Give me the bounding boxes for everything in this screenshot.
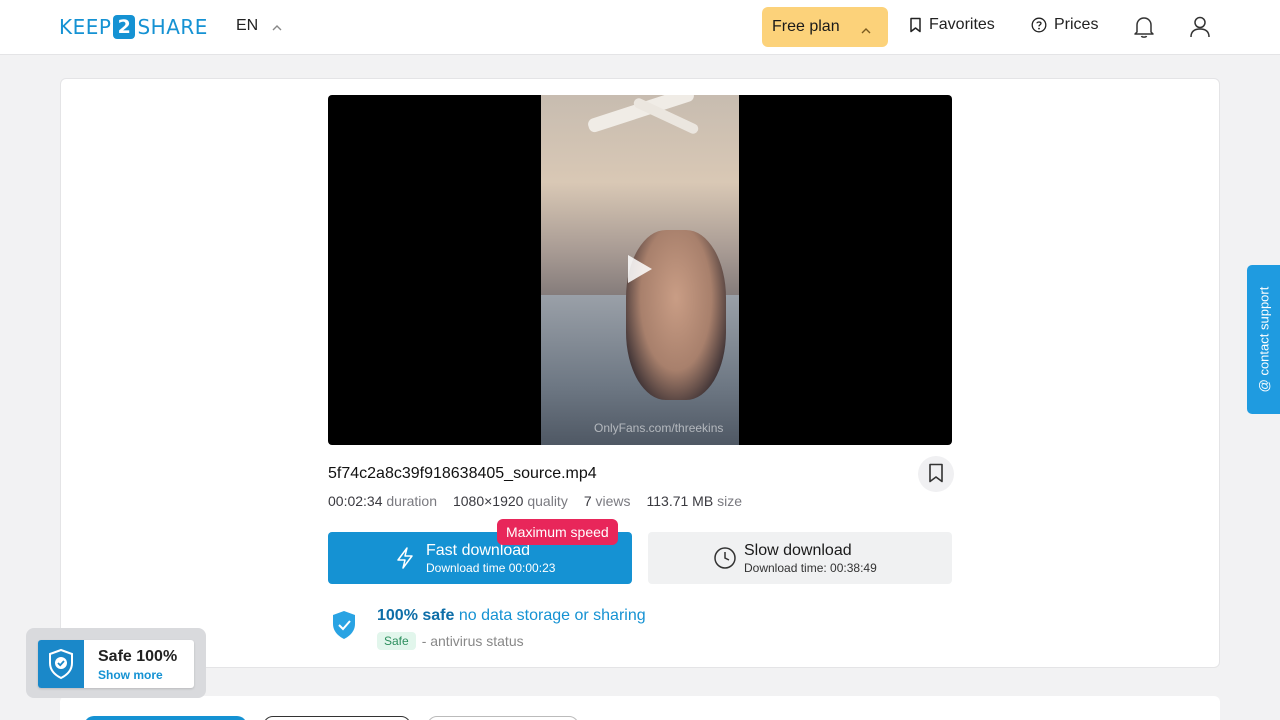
safe-widget-title: Safe 100% (98, 648, 178, 665)
free-plan-button[interactable]: Free plan (762, 7, 888, 47)
video-player[interactable]: OnlyFans.com/threekins (328, 95, 952, 445)
size-label: size (717, 493, 742, 509)
contact-support-tab[interactable]: @ contact support (1247, 265, 1280, 414)
duration-value: 00:02:34 (328, 493, 383, 509)
user-icon[interactable] (1189, 15, 1211, 44)
safe-pill: Safe (377, 632, 416, 650)
favorites-label: Favorites (929, 16, 995, 33)
safety-statement: 100% safe no data storage or sharing (377, 607, 646, 625)
favorites-link[interactable]: Favorites (909, 16, 995, 34)
file-meta: 00:02:34 duration 1080×1920 quality 7 vi… (328, 493, 758, 509)
logo-number: 2 (113, 15, 136, 39)
bottom-tab-1[interactable] (84, 716, 247, 720)
logo-text-left: KEEP (59, 15, 112, 39)
chevron-up-icon (861, 21, 871, 39)
slow-download-title: Slow download (744, 542, 852, 559)
contact-support-label: @ contact support (1256, 286, 1272, 393)
quality-value: 1080×1920 (452, 493, 524, 509)
antivirus-status: Safe - antivirus status (377, 632, 524, 650)
slow-download-button[interactable]: Slow download Download time: 00:38:49 (648, 532, 952, 584)
shield-check-icon (38, 640, 84, 688)
duration-meta: 00:02:34 duration (328, 493, 437, 509)
bell-icon[interactable] (1133, 15, 1155, 44)
play-icon[interactable] (628, 255, 652, 283)
safe-widget-card: Safe 100% Show more (38, 640, 194, 688)
safety-rest: no data storage or sharing (458, 607, 646, 624)
bottom-tab-3[interactable] (427, 716, 579, 720)
views-label: views (595, 493, 631, 509)
file-name: 5f74c2a8c39f918638405_source.mp4 (328, 465, 597, 482)
views-meta: 7 views (584, 493, 631, 509)
plan-label: Free plan (772, 18, 840, 35)
bottom-tab-2[interactable] (263, 716, 411, 720)
duration-label: duration (386, 493, 437, 509)
logo-text-right: SHARE (137, 15, 208, 39)
size-value: 113.71 MB (646, 493, 714, 509)
maximum-speed-badge: Maximum speed (497, 519, 618, 545)
size-meta: 113.71 MB size (647, 493, 742, 509)
views-value: 7 (583, 493, 592, 509)
antivirus-label: - antivirus status (421, 633, 524, 649)
keep2share-logo[interactable]: KEEP 2 SHARE (59, 14, 208, 40)
bookmark-icon (928, 463, 944, 486)
language-selector[interactable]: EN (236, 16, 282, 36)
slow-download-time: Download time: 00:38:49 (744, 561, 877, 575)
fast-download-time: Download time 00:00:23 (426, 561, 556, 575)
safety-bold: 100% safe (377, 607, 455, 624)
add-to-favorites-button[interactable] (918, 456, 954, 492)
clock-icon (713, 546, 737, 573)
safe-widget[interactable]: Safe 100% Show more (26, 628, 206, 698)
lightning-icon (394, 546, 416, 573)
show-more-link[interactable]: Show more (98, 668, 163, 682)
top-header: KEEP 2 SHARE EN Free plan Favorites Pric… (0, 0, 1280, 55)
shield-check-icon (331, 610, 357, 645)
bookmark-icon (909, 17, 922, 33)
video-watermark: OnlyFans.com/threekins (594, 421, 724, 435)
language-label: EN (236, 17, 259, 34)
chevron-up-icon (272, 18, 282, 36)
help-circle-icon (1031, 17, 1047, 33)
prices-label: Prices (1054, 16, 1099, 33)
quality-meta: 1080×1920 quality (453, 493, 568, 509)
prices-link[interactable]: Prices (1031, 16, 1098, 34)
quality-label: quality (527, 493, 568, 509)
